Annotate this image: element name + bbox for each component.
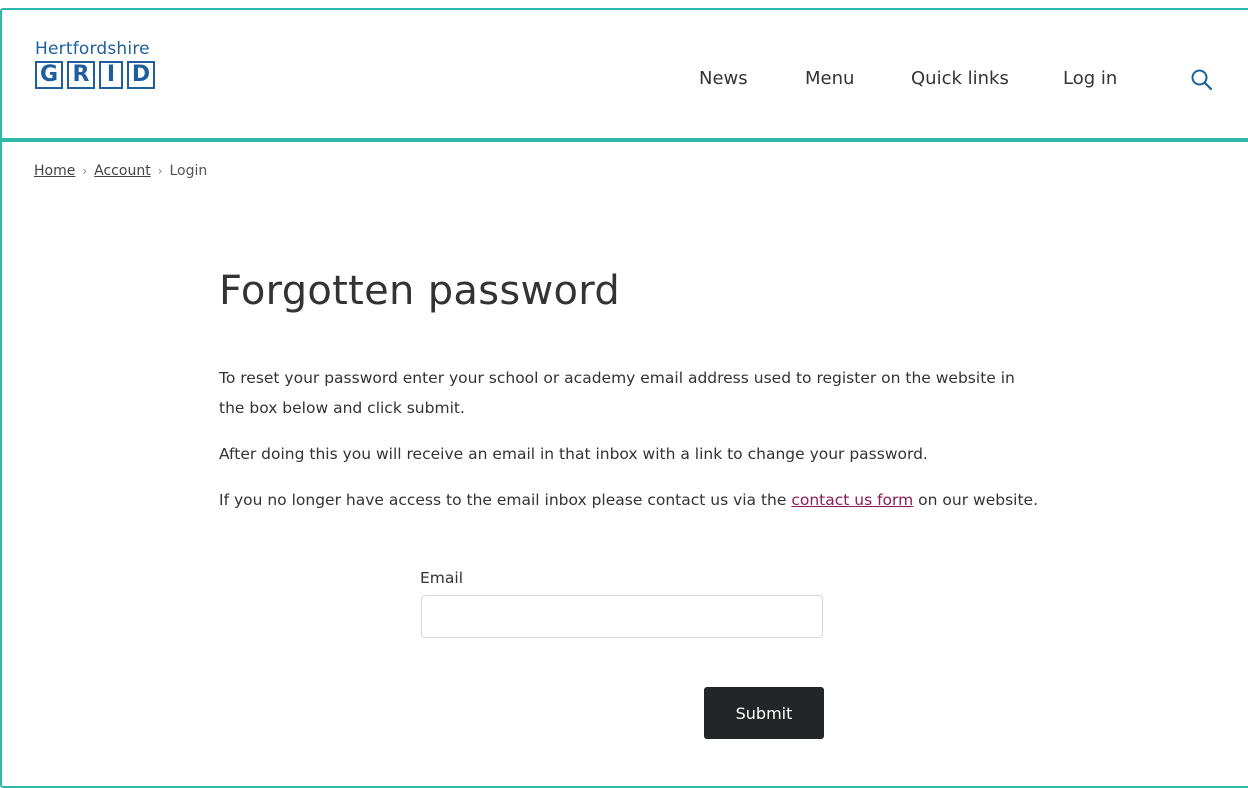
- nav-news-link[interactable]: News: [699, 68, 748, 89]
- logo-letter-i: I: [99, 61, 123, 89]
- site-logo[interactable]: Hertfordshire G R I D: [35, 40, 159, 89]
- breadcrumb-current-page: Login: [169, 163, 208, 179]
- nav-quick-links-link[interactable]: Quick links: [911, 68, 1009, 89]
- logo-letter-g: G: [35, 61, 63, 89]
- contact-us-form-link[interactable]: contact us form: [791, 491, 913, 509]
- contact-text-before: If you no longer have access to the emai…: [219, 491, 792, 509]
- contact-text-after: on our website.: [913, 491, 1038, 509]
- nav-log-in-link[interactable]: Log in: [1063, 68, 1117, 89]
- breadcrumb-account-link[interactable]: Account: [94, 163, 151, 179]
- search-icon[interactable]: [1189, 68, 1215, 92]
- logo-letter-d: D: [127, 61, 155, 89]
- email-field[interactable]: [421, 595, 823, 638]
- breadcrumb: Home › Account › Login: [34, 163, 207, 179]
- logo-top-text: Hertfordshire: [35, 39, 150, 59]
- email-info-paragraph: After doing this you will receive an ema…: [219, 445, 928, 463]
- instructions-paragraph: To reset your password enter your school…: [219, 369, 1015, 417]
- logo-letter-r: R: [67, 61, 95, 89]
- nav-menu-link[interactable]: Menu: [805, 68, 854, 89]
- contact-paragraph: If you no longer have access to the emai…: [219, 485, 1039, 515]
- page-title: Forgotten password: [219, 268, 621, 314]
- logo-grid-letters: G R I D: [35, 61, 159, 89]
- breadcrumb-separator: ›: [157, 164, 163, 178]
- submit-button[interactable]: Submit: [704, 687, 824, 739]
- breadcrumb-separator: ›: [82, 164, 88, 178]
- site-header: Hertfordshire G R I D News Menu Quick li…: [2, 10, 1248, 142]
- email-label: Email: [420, 569, 464, 587]
- breadcrumb-home-link[interactable]: Home: [34, 163, 75, 179]
